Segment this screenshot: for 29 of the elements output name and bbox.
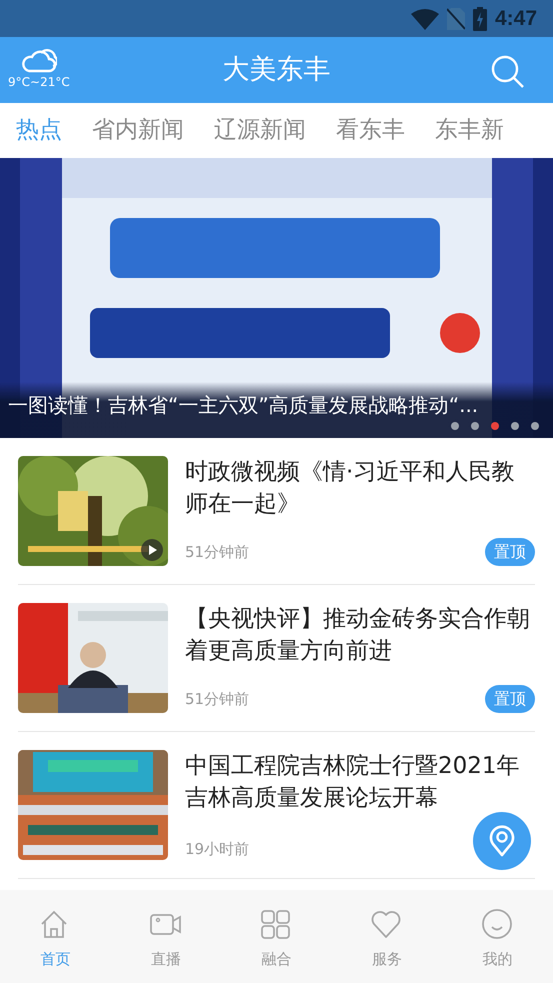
weather-temperature: 9°C~21°C <box>8 74 70 91</box>
nav-tab[interactable]: 首页 <box>0 890 111 983</box>
nav-tab[interactable]: 融合 <box>221 890 332 983</box>
pinned-tag: 置顶 <box>485 538 535 566</box>
category-tab[interactable]: 东丰新 <box>435 116 504 144</box>
clock-time: 4:47 <box>494 6 537 32</box>
play-icon[interactable] <box>141 538 163 561</box>
battery-icon <box>472 6 487 30</box>
category-tab[interactable]: 辽源新闻 <box>214 116 306 144</box>
app-title: 大美东丰 <box>222 52 330 87</box>
pinned-tag: 置顶 <box>485 685 535 713</box>
category-tab[interactable]: 省内新闻 <box>92 116 184 144</box>
news-time: 51分钟前 <box>185 542 250 563</box>
news-title[interactable]: 【央视快评】推动金砖务实合作朝着更高质量方向前进 <box>185 603 535 668</box>
search-icon[interactable] <box>491 55 525 89</box>
location-pin-icon <box>489 825 515 857</box>
news-title[interactable]: 时政微视频《情·习近平和人民教师在一起》 <box>185 456 535 520</box>
smiley-icon <box>480 908 515 942</box>
nav-tab[interactable]: 服务 <box>332 890 442 983</box>
news-title[interactable]: 中国工程院吉林院士行暨2021年吉林高质量发展论坛开幕 <box>185 750 535 814</box>
cloud-icon <box>20 47 57 73</box>
category-tab[interactable]: 热点 <box>16 116 62 144</box>
nav-tab[interactable]: 直播 <box>110 890 222 983</box>
news-time: 19小时前 <box>185 838 250 860</box>
nav-tab[interactable]: 我的 <box>442 890 553 983</box>
news-time: 51分钟前 <box>185 688 250 710</box>
wifi-icon <box>410 8 439 30</box>
no-sim-icon <box>446 8 465 30</box>
category-tab[interactable]: 看东丰 <box>336 116 405 144</box>
